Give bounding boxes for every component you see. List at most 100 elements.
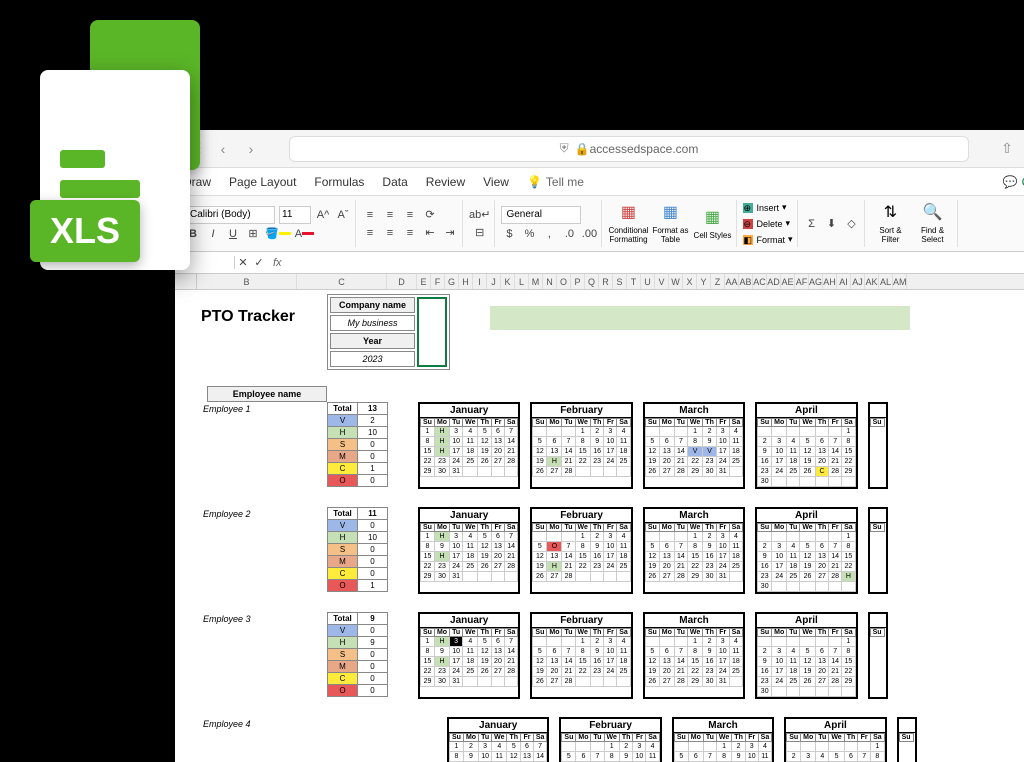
calendar-day[interactable]: 13 [547, 447, 562, 457]
calendar-day[interactable]: 15 [575, 657, 590, 667]
calendar-day[interactable]: 22 [421, 562, 435, 572]
calendar-day[interactable] [604, 572, 617, 582]
calendar-day[interactable]: 15 [421, 447, 435, 457]
calendar-day[interactable] [787, 637, 800, 647]
calendar-day[interactable]: 20 [815, 667, 829, 677]
calendar-day[interactable]: 28 [829, 677, 842, 687]
calendar-day[interactable]: 28 [829, 572, 842, 582]
calendar-day[interactable]: 12 [533, 657, 547, 667]
calendar-day[interactable] [787, 532, 800, 542]
calendar-day[interactable] [674, 742, 688, 752]
calendar-day[interactable]: 3 [801, 752, 816, 762]
calendar-day[interactable] [562, 427, 575, 437]
calendar-day[interactable]: 12 [507, 752, 521, 762]
calendar-day[interactable]: 1 [421, 427, 435, 437]
calendar-day[interactable]: 21 [829, 667, 842, 677]
calendar-day[interactable]: 6 [688, 752, 703, 762]
calendar-day[interactable]: 5 [533, 437, 547, 447]
calendar-day[interactable]: 22 [842, 667, 856, 677]
calendar-day[interactable]: 25 [729, 457, 743, 467]
calendar-day[interactable]: 3 [633, 742, 646, 752]
calendar-day[interactable]: 9 [703, 542, 717, 552]
calendar-day[interactable] [547, 637, 562, 647]
calendar-day[interactable]: 18 [463, 657, 478, 667]
calendar-day[interactable]: 3 [716, 637, 729, 647]
calendar-day[interactable] [842, 687, 856, 697]
calendar-day[interactable]: 9 [434, 647, 449, 657]
calendar-day[interactable] [533, 637, 547, 647]
calendar-day[interactable]: 12 [478, 542, 492, 552]
calendar-day[interactable]: 24 [450, 562, 463, 572]
calendar-day[interactable]: 25 [729, 562, 743, 572]
calendar-day[interactable]: 9 [703, 647, 717, 657]
calendar-day[interactable]: 11 [758, 752, 772, 762]
calendar-day[interactable]: 28 [504, 562, 518, 572]
calendar-day[interactable]: 21 [562, 457, 575, 467]
calendar-day[interactable]: 31 [450, 677, 463, 687]
calendar-day[interactable]: 22 [421, 667, 435, 677]
calendar-day[interactable]: 25 [617, 457, 631, 467]
column-header[interactable]: S [613, 274, 627, 289]
url-bar[interactable]: ⛨ 🔒 accessedspace.com [289, 136, 969, 162]
calendar-day[interactable]: 6 [659, 542, 674, 552]
calendar-day[interactable]: 9 [590, 437, 604, 447]
column-header[interactable]: AF [795, 274, 809, 289]
calendar-day[interactable]: 17 [716, 447, 729, 457]
calendar-day[interactable]: 23 [590, 667, 604, 677]
calendar-day[interactable]: 21 [674, 457, 687, 467]
calendar-day[interactable]: 22 [842, 562, 856, 572]
tab-review[interactable]: Review [426, 175, 465, 189]
column-header[interactable]: P [571, 274, 585, 289]
calendar-day[interactable]: 19 [800, 667, 815, 677]
column-header[interactable]: D [387, 274, 417, 289]
calendar-day[interactable]: 5 [645, 542, 659, 552]
calendar-day[interactable] [463, 677, 478, 687]
calendar-day[interactable]: 28 [504, 457, 518, 467]
calendar-day[interactable]: 6 [521, 742, 534, 752]
calendar-day[interactable]: 18 [729, 447, 743, 457]
calendar-day[interactable]: 7 [829, 542, 842, 552]
calendar-day[interactable]: 5 [478, 427, 492, 437]
calendar-day[interactable]: 6 [815, 542, 829, 552]
calendar-day[interactable]: 1 [687, 532, 702, 542]
calendar-day[interactable] [492, 677, 505, 687]
calendar-day[interactable]: 20 [492, 447, 505, 457]
calendar-day[interactable]: 7 [703, 752, 716, 762]
calendar-day[interactable] [674, 532, 687, 542]
calendar-day[interactable] [659, 532, 674, 542]
column-header[interactable]: U [641, 274, 655, 289]
column-header[interactable]: AA [725, 274, 739, 289]
employee-name[interactable]: Employee 3 [197, 612, 327, 626]
calendar-day[interactable]: 7 [674, 437, 687, 447]
calendar-day[interactable]: 14 [829, 657, 842, 667]
dec-decimal-icon[interactable]: .00 [581, 226, 597, 242]
calendar-day[interactable]: 5 [507, 742, 521, 752]
calendar-day[interactable]: 3 [772, 647, 787, 657]
calendar-day[interactable] [590, 572, 604, 582]
calendar-day[interactable]: 8 [842, 647, 856, 657]
calendar-day[interactable]: 7 [674, 647, 687, 657]
column-header[interactable]: AK [865, 274, 879, 289]
calendar-day[interactable] [729, 467, 743, 477]
column-header[interactable]: L [515, 274, 529, 289]
column-header[interactable]: Q [585, 274, 599, 289]
calendar-day[interactable]: 3 [772, 437, 787, 447]
calendar-day[interactable]: 19 [478, 447, 492, 457]
calendar-day[interactable]: 11 [617, 542, 631, 552]
calendar-day[interactable]: H [434, 447, 449, 457]
calendar-day[interactable] [617, 677, 631, 687]
calendar-day[interactable] [729, 677, 743, 687]
calendar-day[interactable]: 20 [659, 562, 674, 572]
column-header[interactable]: AM [893, 274, 907, 289]
sort-filter-button[interactable]: ⇅Sort & Filter [871, 200, 911, 244]
calendar-day[interactable]: 10 [450, 647, 463, 657]
calendar-day[interactable]: 14 [504, 437, 518, 447]
calendar-day[interactable]: 3 [716, 532, 729, 542]
calendar-day[interactable]: 4 [617, 532, 631, 542]
calendar-day[interactable]: 16 [590, 657, 604, 667]
calendar-day[interactable] [478, 572, 492, 582]
calendar-day[interactable] [800, 687, 815, 697]
merge-icon[interactable]: ⊟ [469, 225, 490, 241]
calendar-day[interactable] [815, 477, 829, 487]
calendar-day[interactable]: 22 [687, 667, 702, 677]
